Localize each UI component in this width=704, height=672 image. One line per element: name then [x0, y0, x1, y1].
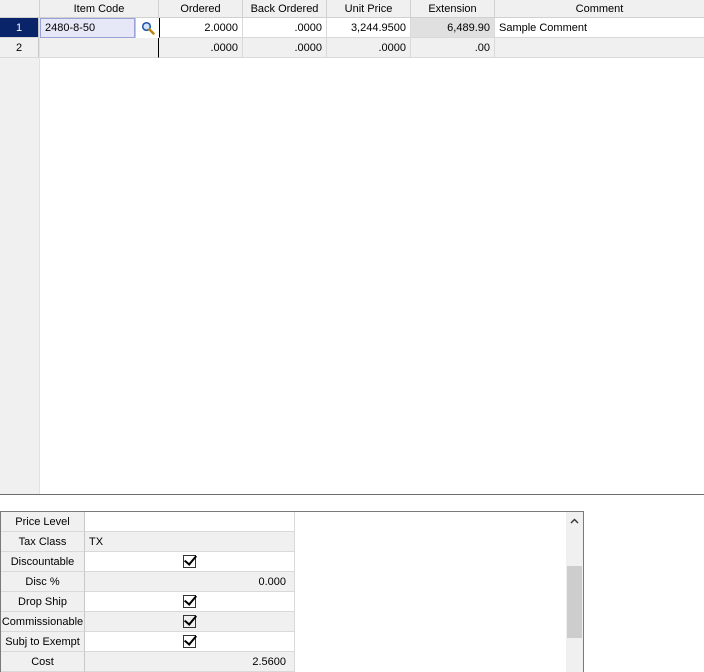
item-lookup-button[interactable]: [135, 18, 159, 38]
drop-ship-field: [85, 592, 295, 612]
price-level-label: Price Level: [1, 512, 85, 532]
unit-price-cell[interactable]: 3,244.9500: [327, 18, 411, 38]
item-code-cell[interactable]: 2480-8-50: [40, 18, 135, 38]
comment-cell[interactable]: Sample Comment: [495, 18, 704, 38]
chevron-up-icon[interactable]: [566, 512, 583, 529]
col-header-unit-price[interactable]: Unit Price: [327, 0, 411, 18]
corner-header: [0, 0, 40, 18]
commissionable-label: Commissionable: [1, 612, 85, 632]
commissionable-field: [85, 612, 295, 632]
scrollbar-thumb[interactable]: [567, 566, 582, 638]
drop-ship-label: Drop Ship: [1, 592, 85, 612]
disc-pct-label: Disc %: [1, 572, 85, 592]
price-level-field[interactable]: [85, 512, 295, 532]
subj-to-exempt-field: [85, 632, 295, 652]
discountable-field: [85, 552, 295, 572]
tax-class-field[interactable]: TX: [85, 532, 295, 552]
cost-label: Cost: [1, 652, 85, 672]
back-ordered-cell[interactable]: .0000: [243, 38, 327, 58]
discountable-checkbox[interactable]: [183, 555, 196, 568]
col-header-extension[interactable]: Extension: [411, 0, 495, 18]
unit-price-cell[interactable]: .0000: [327, 38, 411, 58]
line-properties-panel: Price Level Tax Class TX Discountable Di…: [0, 511, 584, 672]
splitter[interactable]: [0, 494, 704, 495]
row-number[interactable]: 1: [0, 18, 39, 38]
line-items-grid: Item Code Ordered Back Ordered Unit Pric…: [0, 0, 704, 494]
extension-cell: 6,489.90: [411, 18, 495, 38]
col-header-back-ordered[interactable]: Back Ordered: [243, 0, 327, 18]
ordered-cell[interactable]: .0000: [159, 38, 243, 58]
magnifier-icon: [141, 21, 155, 35]
col-header-ordered[interactable]: Ordered: [159, 0, 243, 18]
row-header-column: [0, 0, 40, 494]
col-header-comment[interactable]: Comment: [495, 0, 704, 18]
extension-cell: .00: [411, 38, 495, 58]
subj-to-exempt-label: Subj to Exempt: [1, 632, 85, 652]
discountable-label: Discountable: [1, 552, 85, 572]
item-code-cell[interactable]: [40, 38, 159, 58]
disc-pct-field[interactable]: 0.000: [85, 572, 295, 592]
ordered-cell[interactable]: 2.0000: [159, 18, 243, 38]
drop-ship-checkbox[interactable]: [183, 595, 196, 608]
back-ordered-cell[interactable]: .0000: [243, 18, 327, 38]
comment-cell[interactable]: [495, 38, 704, 58]
properties-scrollbar[interactable]: [566, 512, 583, 672]
tax-class-label: Tax Class: [1, 532, 85, 552]
commissionable-checkbox[interactable]: [183, 615, 196, 628]
subj-to-exempt-checkbox[interactable]: [183, 635, 196, 648]
col-header-item-code[interactable]: Item Code: [40, 0, 159, 18]
cost-field[interactable]: 2.5600: [85, 652, 295, 672]
row-number[interactable]: 2: [0, 38, 39, 58]
